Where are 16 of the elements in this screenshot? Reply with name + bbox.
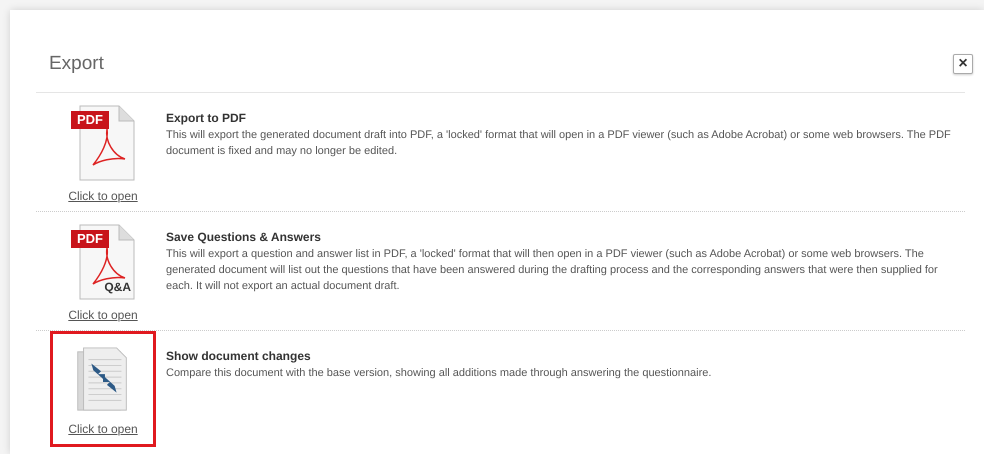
option-title: Export to PDF (166, 110, 247, 126)
open-link[interactable]: Click to open (68, 306, 138, 324)
option-title: Show document changes (166, 348, 312, 364)
qa-label: Q&A (104, 278, 131, 296)
pdf-file-icon (79, 224, 135, 300)
close-button[interactable]: × (953, 54, 973, 74)
open-link[interactable]: Click to open (68, 186, 138, 204)
option-description: This will export a question and answer list in PDF, a 'locked' format that will then open in a PDF viewer (such as Adobe Acrobat) or some web browsers. The generated document will list out the questions that have been answered during the drafting process and the corresponding answers that were then supplied for each. It will not export an actual document draft. (166, 246, 939, 294)
dialog-title: Export (49, 52, 104, 76)
open-link[interactable]: Click to open (68, 420, 138, 438)
option-description: Compare this document with the base version, showing all additions made through answering the questionnaire. (166, 366, 712, 380)
option-title: Save Questions & Answers (166, 228, 322, 246)
pdf-badge: PDF (71, 110, 109, 128)
pdf-badge: PDF (71, 230, 109, 248)
option-description: This will export the generated document draft into PDF, a 'locked' format that will open in a PDF viewer (such as Adobe Acrobat) or some web browsers. The PDF document is fixed and may no longer be edited. (166, 128, 952, 158)
pdf-file-icon (79, 104, 135, 180)
